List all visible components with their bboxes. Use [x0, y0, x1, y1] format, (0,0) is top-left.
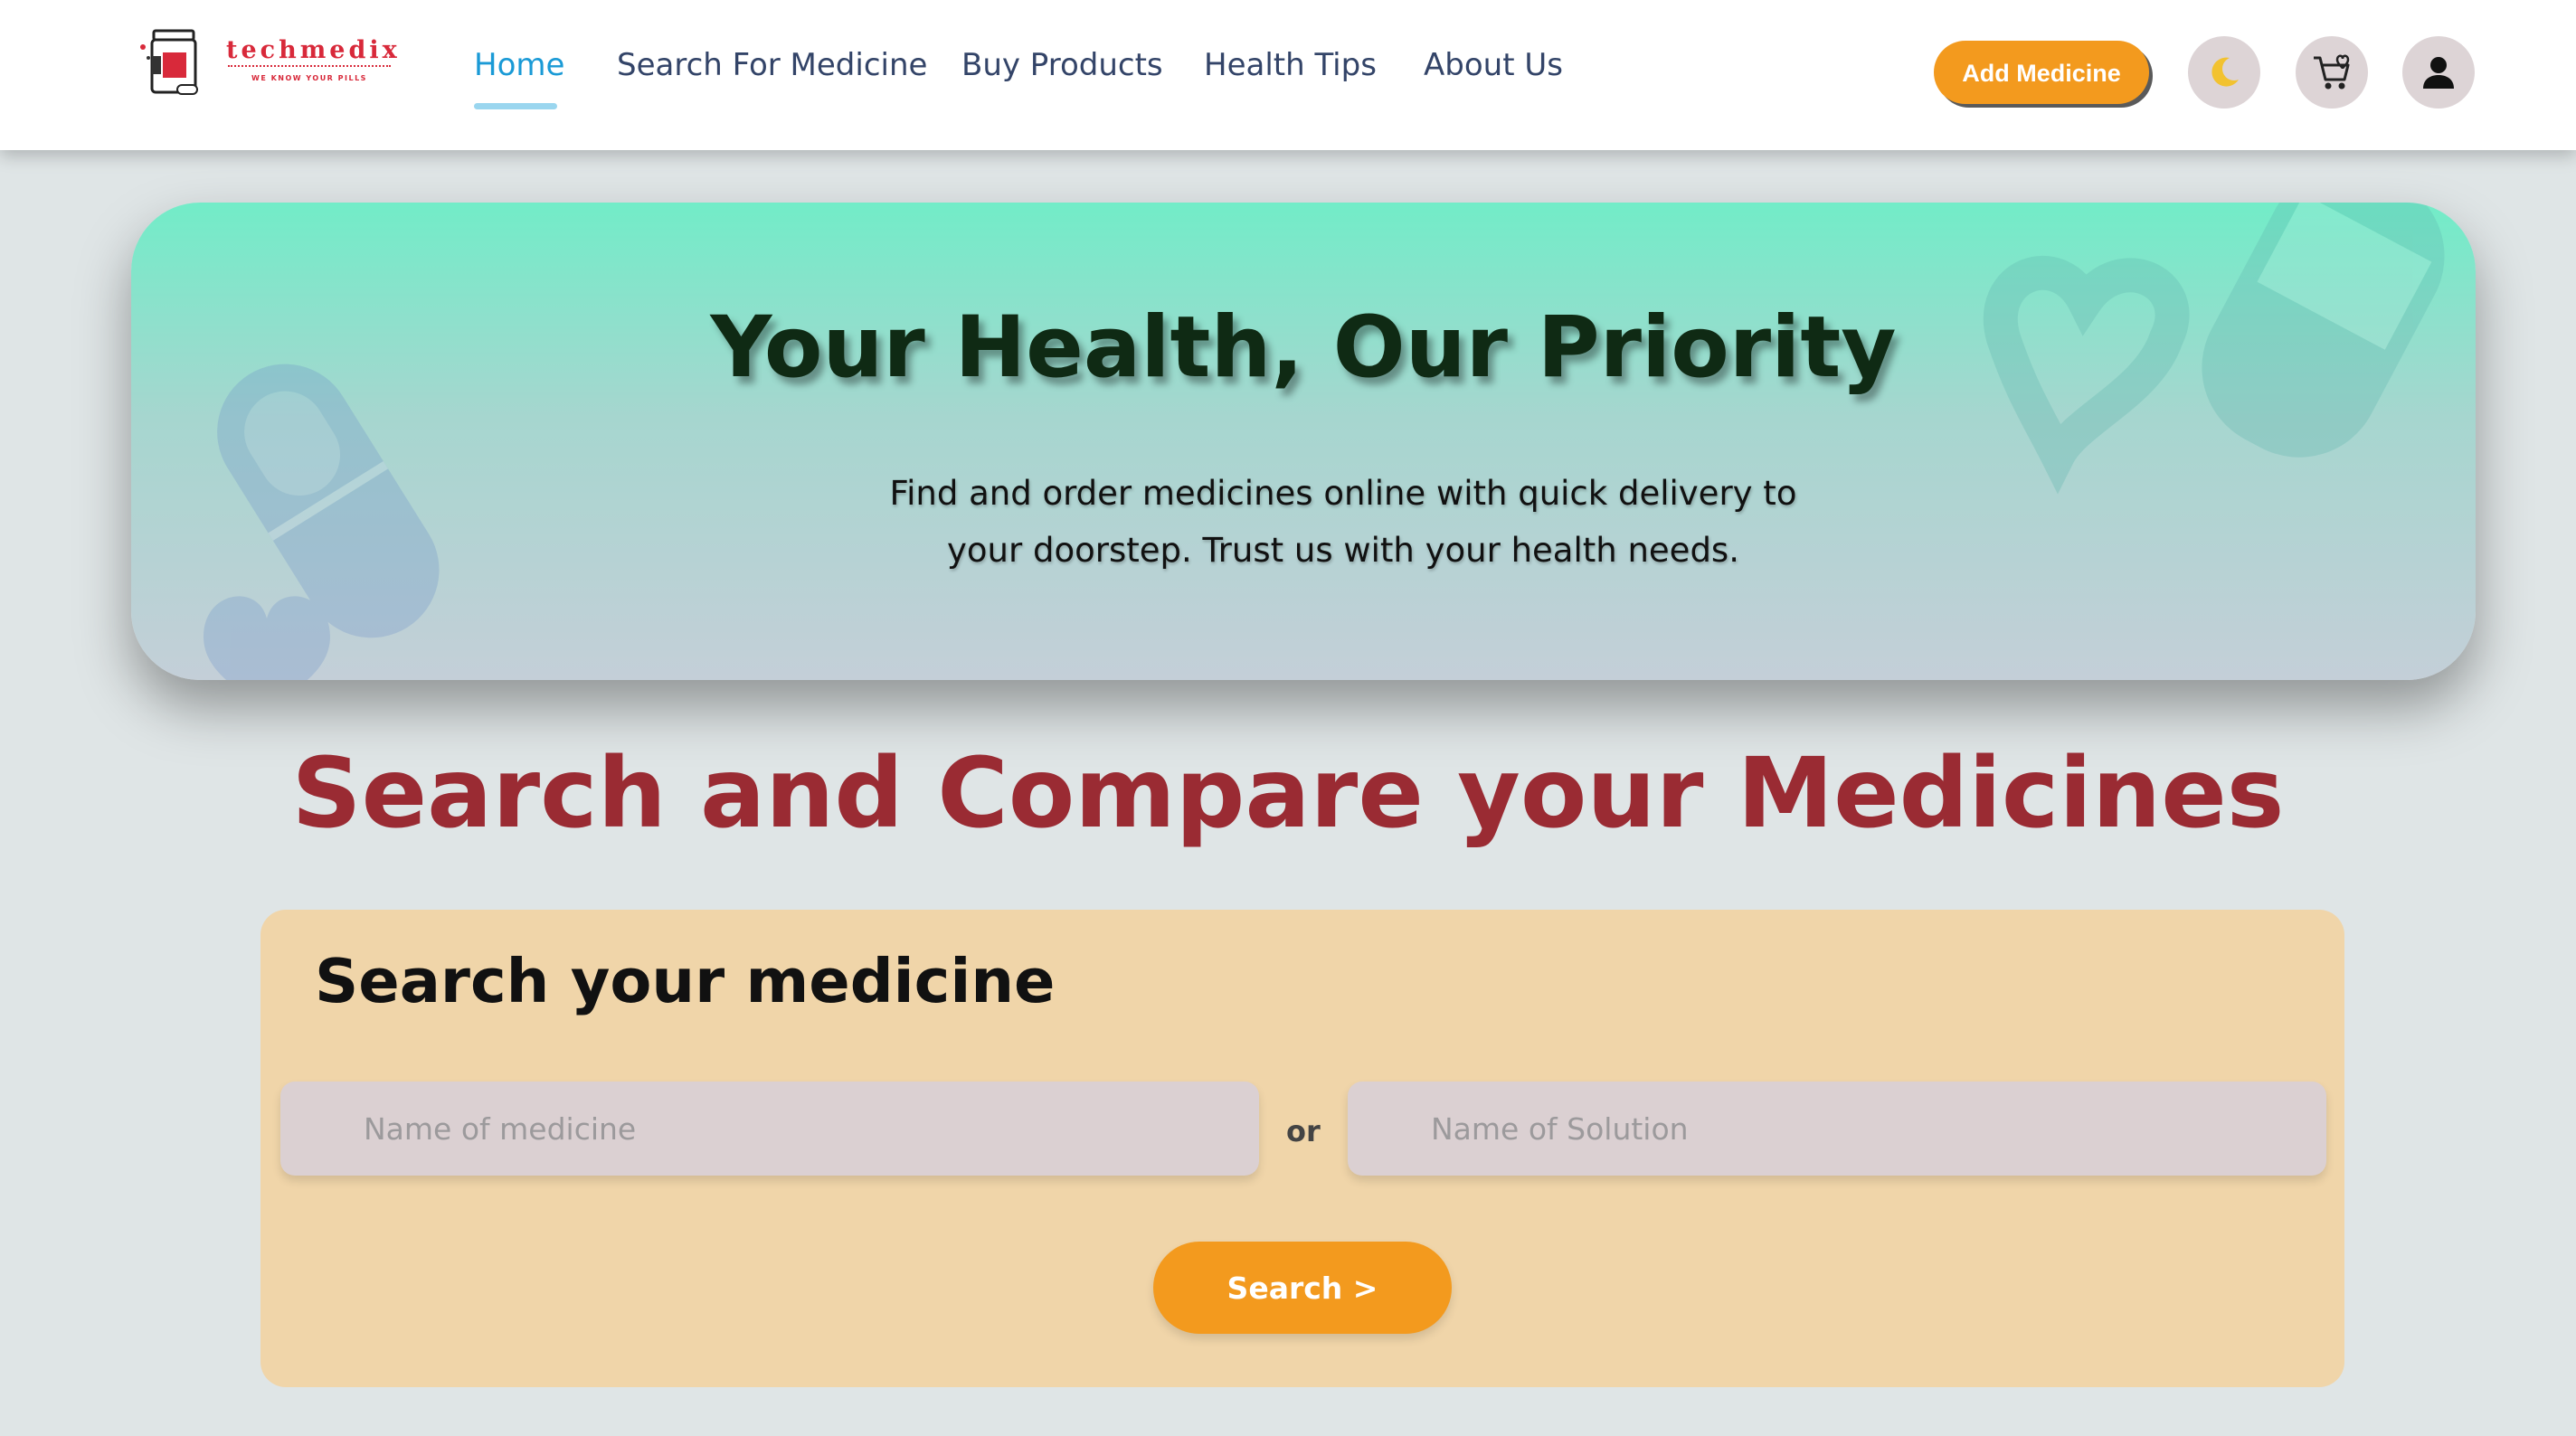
nav-buy-products[interactable]: Buy Products [961, 47, 1163, 83]
nav-home[interactable]: Home [474, 47, 565, 109]
nav-home-label: Home [474, 47, 565, 83]
theme-toggle-button[interactable] [2188, 36, 2260, 109]
brand-tagline: WE KNOW YOUR PILLS [251, 74, 367, 82]
search-card-title: Search your medicine [315, 946, 1056, 1016]
nav-about-us[interactable]: About Us [1424, 47, 1563, 83]
hero-subtitle: Find and order medicines online with qui… [889, 474, 1797, 570]
page-title: Search and Compare your Medicines [291, 738, 2285, 850]
add-medicine-button[interactable]: Add Medicine [1934, 41, 2149, 104]
site-header: techmedix WE KNOW YOUR PILLS Home Search… [0, 0, 2576, 150]
nav-search-medicine[interactable]: Search For Medicine [617, 47, 927, 83]
solution-name-input[interactable] [1348, 1082, 2326, 1176]
brand-logo[interactable]: techmedix WE KNOW YOUR PILLS [136, 25, 398, 101]
hero-banner: Your Health, Our Priority Find and order… [131, 203, 2476, 680]
nav-active-indicator [474, 103, 557, 109]
nav-health-tips[interactable]: Health Tips [1204, 47, 1377, 83]
cart-button[interactable] [2296, 36, 2368, 109]
search-card: Search your medicine or Search > [260, 910, 2344, 1387]
user-icon [2423, 57, 2454, 89]
cart-heart-icon [2314, 54, 2350, 90]
hero-title: Your Health, Our Priority [710, 298, 1897, 397]
medicine-name-input[interactable] [280, 1082, 1259, 1176]
brand-name: techmedix [226, 36, 401, 64]
profile-button[interactable] [2402, 36, 2475, 109]
pill-bottle-logo-icon [140, 29, 198, 95]
or-separator: or [1286, 1114, 1321, 1148]
logo-divider [228, 65, 391, 67]
search-button[interactable]: Search > [1153, 1242, 1452, 1334]
moon-icon [2211, 57, 2239, 87]
